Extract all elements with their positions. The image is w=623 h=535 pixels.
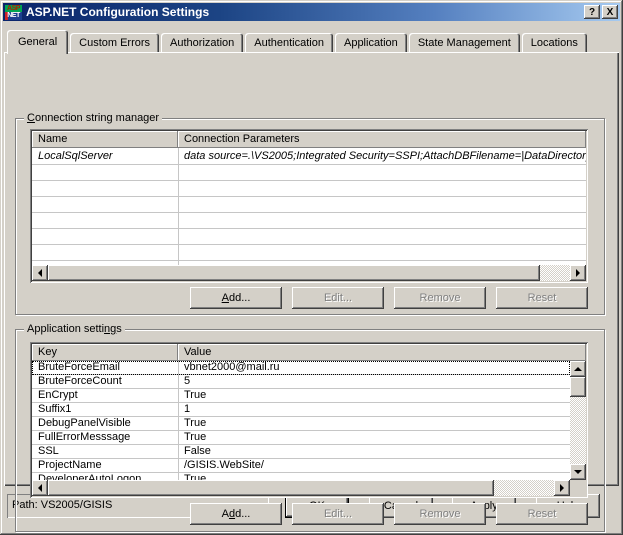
up-arrow-icon [574, 367, 582, 371]
scroll-left-button[interactable] [32, 480, 48, 496]
left-arrow-icon [38, 484, 42, 492]
settings-edit-button[interactable]: Edit... [292, 503, 384, 525]
tab-custom-errors[interactable]: Custom Errors [70, 33, 160, 53]
down-arrow-icon [574, 470, 582, 474]
close-button[interactable]: X [602, 5, 618, 19]
setting-key-cell[interactable]: SSL [32, 445, 178, 458]
setting-row-bruteforceemail[interactable]: BruteForceEmail vbnet2000@mail.ru [32, 361, 570, 375]
aspnet-logo-top: ASP [5, 4, 22, 12]
connection-add-button[interactable]: Add... [190, 287, 282, 309]
connection-group-legend: Connection string manager [24, 111, 163, 125]
tab-authentication[interactable]: Authentication [245, 33, 333, 53]
empty-row [32, 165, 586, 181]
tab-strip: General Custom Errors Authorization Auth… [7, 29, 589, 54]
tab-application[interactable]: Application [334, 33, 407, 53]
tab-locations[interactable]: Locations [521, 33, 587, 53]
column-header-key[interactable]: Key [32, 344, 178, 361]
column-header-name[interactable]: Name [32, 131, 178, 148]
empty-row [32, 197, 586, 213]
setting-row-fullerrormesssage[interactable]: FullErrorMesssage True [32, 431, 570, 445]
window-title: ASP.NET Configuration Settings [26, 5, 210, 19]
connection-string-manager-group: Connection string manager Name Connectio… [15, 111, 605, 315]
connection-row-localsqlserver[interactable]: LocalSqlServer data source=.\VS2005;Inte… [32, 148, 586, 165]
horizontal-scrollbar[interactable] [32, 265, 586, 281]
setting-key-cell[interactable]: Suffix1 [32, 403, 178, 416]
settings-list-body: BruteForceEmail vbnet2000@mail.ru BruteF… [32, 361, 570, 480]
scroll-right-button[interactable] [554, 480, 570, 496]
setting-value-cell[interactable]: False [178, 445, 570, 458]
aspnet-config-dialog: ASP NET ASP.NET Configuration Settings ?… [0, 0, 623, 535]
setting-key-cell[interactable]: ProjectName [32, 459, 178, 472]
connection-name-cell[interactable]: LocalSqlServer [32, 148, 178, 164]
setting-row-ssl[interactable]: SSL False [32, 445, 570, 459]
scroll-down-button[interactable] [570, 464, 586, 480]
setting-key-cell[interactable]: DeveloperAutoLogon [32, 473, 178, 480]
scrollbar-thumb[interactable] [48, 265, 540, 281]
settings-remove-button[interactable]: Remove [394, 503, 486, 525]
connection-list-header: Name Connection Parameters [32, 131, 586, 148]
right-arrow-icon [560, 484, 564, 492]
column-header-connection-parameters[interactable]: Connection Parameters [178, 131, 586, 148]
horizontal-scrollbar[interactable] [32, 480, 570, 496]
setting-value-cell[interactable]: /GISIS.WebSite/ [178, 459, 570, 472]
setting-value-cell[interactable]: 5 [178, 375, 570, 388]
empty-row [32, 181, 586, 197]
vertical-scrollbar[interactable] [570, 361, 586, 480]
tab-general[interactable]: General [7, 30, 69, 54]
setting-value-cell[interactable]: 1 [178, 403, 570, 416]
connection-strings-list: Name Connection Parameters LocalSqlServe… [30, 129, 588, 283]
setting-row-bruteforcecount[interactable]: BruteForceCount 5 [32, 375, 570, 389]
empty-row [32, 213, 586, 229]
application-settings-group: Application settings Key Value BruteForc… [15, 322, 605, 532]
aspnet-logo-bottom: NET [5, 12, 22, 20]
column-header-value[interactable]: Value [178, 344, 586, 361]
setting-value-cell[interactable]: True [178, 389, 570, 402]
setting-key-cell[interactable]: EnCrypt [32, 389, 178, 402]
setting-row-encrypt[interactable]: EnCrypt True [32, 389, 570, 403]
setting-value-cell[interactable]: True [178, 431, 570, 444]
scroll-right-button[interactable] [570, 265, 586, 281]
settings-add-button[interactable]: Ad d... [190, 503, 282, 525]
left-arrow-icon [38, 269, 42, 277]
help-button[interactable]: ? [584, 5, 600, 19]
setting-row-developerautologon[interactable]: DeveloperAutoLogon True [32, 473, 570, 480]
connection-edit-button[interactable]: Edit... [292, 287, 384, 309]
aspnet-logo-icon: ASP NET [5, 4, 22, 20]
scrollbar-thumb[interactable] [48, 480, 494, 496]
tab-state-management[interactable]: State Management [408, 33, 520, 53]
setting-key-cell[interactable]: FullErrorMesssage [32, 431, 178, 444]
settings-list-header: Key Value [32, 344, 586, 361]
setting-key-cell[interactable]: BruteForceCount [32, 375, 178, 388]
settings-reset-button[interactable]: Reset [496, 503, 588, 525]
titlebar[interactable]: ASP NET ASP.NET Configuration Settings ?… [3, 3, 620, 21]
setting-value-cell[interactable]: True [178, 473, 570, 480]
scrollbar-thumb[interactable] [570, 377, 586, 397]
setting-row-suffix1[interactable]: Suffix1 1 [32, 403, 570, 417]
setting-key-cell[interactable]: BruteForceEmail [32, 361, 178, 374]
connection-list-body: LocalSqlServer data source=.\VS2005;Inte… [32, 148, 586, 265]
setting-row-projectname[interactable]: ProjectName /GISIS.WebSite/ [32, 459, 570, 473]
right-arrow-icon [576, 269, 580, 277]
application-settings-legend: Application settings [24, 322, 125, 336]
scroll-up-button[interactable] [570, 361, 586, 377]
empty-row [32, 229, 586, 245]
setting-key-cell[interactable]: DebugPanelVisible [32, 417, 178, 430]
setting-value-cell[interactable]: True [178, 417, 570, 430]
empty-row [32, 245, 586, 261]
scroll-left-button[interactable] [32, 265, 48, 281]
setting-row-debugpanelvisible[interactable]: DebugPanelVisible True [32, 417, 570, 431]
connection-reset-button[interactable]: Reset [496, 287, 588, 309]
connection-remove-button[interactable]: Remove [394, 287, 486, 309]
general-tab-page: Connection string manager Name Connectio… [4, 52, 619, 532]
tab-authorization[interactable]: Authorization [161, 33, 244, 53]
scrollbar-corner [570, 480, 586, 496]
setting-value-cell[interactable]: vbnet2000@mail.ru [178, 361, 570, 374]
connection-params-cell[interactable]: data source=.\VS2005;Integrated Security… [178, 148, 586, 164]
application-settings-list: Key Value BruteForceEmail vbnet2000@mail… [30, 342, 588, 498]
